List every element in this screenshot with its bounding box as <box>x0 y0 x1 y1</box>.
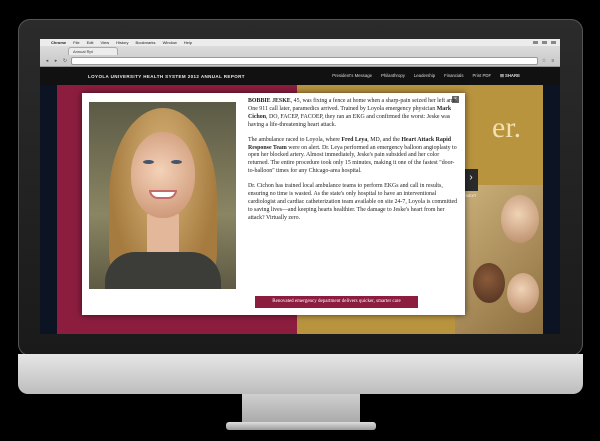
portrait-photo <box>89 102 236 289</box>
portrait-shirt <box>105 252 221 289</box>
mac-menu-item[interactable]: View <box>100 40 109 45</box>
monitor-chin <box>18 354 583 394</box>
story-run: BOBBIE JESKE <box>248 98 291 104</box>
story-run: Dr. Cichon has trained local ambulance t… <box>248 183 458 221</box>
portrait-smile <box>149 190 177 199</box>
share-label: SHARE <box>504 73 520 78</box>
collage-photo <box>501 195 539 243</box>
chevron-right-icon: › <box>469 172 473 183</box>
clock-icon[interactable] <box>551 41 556 44</box>
collage-photo <box>507 273 539 313</box>
browser-chrome: Annual Rpt ◂ ▸ ↻ ☆ ≡ <box>40 46 560 67</box>
story-paragraph-3: Dr. Cichon has trained local ambulance t… <box>248 183 459 223</box>
photo-collage <box>455 185 543 334</box>
related-story-button[interactable]: Renovated emergency department delivers … <box>255 296 418 308</box>
story-paragraph-2: The ambulance raced to Loyola, where Fre… <box>248 137 459 177</box>
mac-menu-bar: Chrome File Edit View History Bookmarks … <box>40 39 560 46</box>
next-label: NEXT <box>465 193 477 198</box>
star-icon[interactable]: ☆ <box>541 58 547 64</box>
nav-presidents-message[interactable]: President's Message <box>332 73 372 79</box>
mac-menu-item[interactable]: Help <box>184 40 192 45</box>
mac-menu-item[interactable]: Edit <box>87 40 94 45</box>
status-icons <box>533 41 560 44</box>
nav-leadership[interactable]: Leadership <box>414 73 435 79</box>
mac-menu-item[interactable]: Bookmarks <box>136 40 156 45</box>
mac-menu-item[interactable]: Chrome <box>51 40 66 45</box>
reload-icon[interactable]: ↻ <box>62 58 68 64</box>
nav-print-pdf[interactable]: Print PDF <box>473 73 492 79</box>
forward-icon[interactable]: ▸ <box>53 58 59 64</box>
story-run: , MD, and the <box>367 136 402 143</box>
portrait-face <box>131 132 195 218</box>
menu-icon[interactable]: ≡ <box>550 58 556 64</box>
wifi-icon[interactable] <box>533 41 538 44</box>
mac-menu-item[interactable]: File <box>73 40 79 45</box>
portrait-neck <box>147 214 179 254</box>
story-text: BOBBIE JESKE, 45, was fixing a fence at … <box>248 98 459 230</box>
nav-share[interactable]: ⊞ SHARE <box>500 73 520 79</box>
story-run: The ambulance raced to Loyola, where <box>248 136 342 143</box>
portrait-eye <box>171 160 182 164</box>
collage-photo <box>473 263 505 303</box>
portrait-eye <box>143 160 154 164</box>
story-paragraph-1: BOBBIE JESKE, 45, was fixing a fence at … <box>248 98 459 130</box>
nav-financials[interactable]: Financials <box>444 73 463 79</box>
monitor-stand-neck <box>242 394 360 424</box>
browser-toolbar: ◂ ▸ ↻ ☆ ≡ <box>40 55 560 67</box>
background-headline-right: er. <box>492 111 522 144</box>
story-run: Fred Leya <box>341 136 368 143</box>
mac-menu-item[interactable]: History <box>116 40 128 45</box>
next-arrow[interactable]: › NEXT <box>464 169 478 198</box>
story-run: , DO, FACEP, FACOEP, they ran an EKG and… <box>248 113 451 128</box>
monitor-stand-foot <box>226 422 376 430</box>
url-bar[interactable] <box>71 57 538 65</box>
tab-strip: Annual Rpt <box>40 46 560 55</box>
mac-menu-item[interactable]: Window <box>163 40 177 45</box>
browser-tab[interactable]: Annual Rpt <box>68 47 118 55</box>
site-brand[interactable]: LOYOLA UNIVERSITY HEALTH SYSTEM 2012 ANN… <box>40 74 332 79</box>
battery-icon[interactable] <box>542 41 547 44</box>
site-nav: LOYOLA UNIVERSITY HEALTH SYSTEM 2012 ANN… <box>40 67 560 85</box>
nav-philanthropy[interactable]: Philanthropy <box>381 73 405 79</box>
story-modal: × BOBBIE JESKE, 45, was fixing a fence a… <box>82 93 465 315</box>
back-icon[interactable]: ◂ <box>44 58 50 64</box>
site-nav-links: President's Message Philanthropy Leaders… <box>332 73 560 79</box>
